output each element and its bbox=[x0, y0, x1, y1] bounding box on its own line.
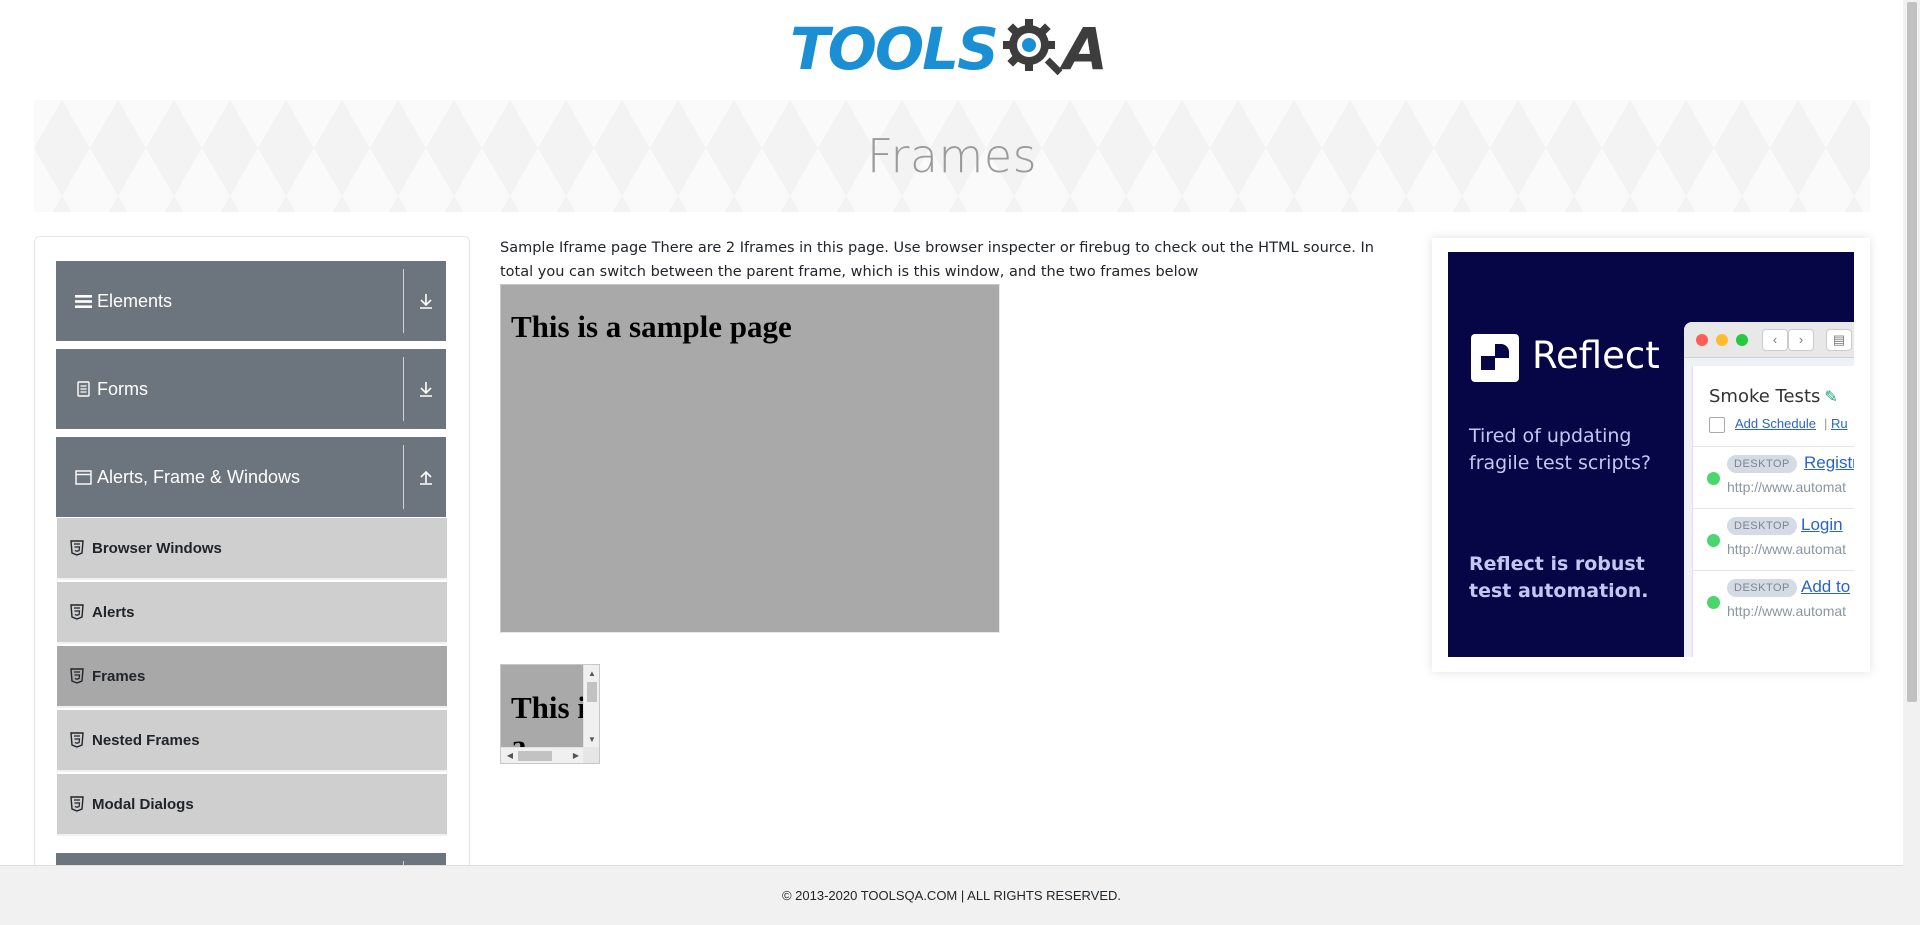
sidebar-toggle-icon: ▤ bbox=[1826, 329, 1852, 351]
scroll-up-icon[interactable]: ▲ bbox=[584, 667, 599, 681]
toolsqa-logo[interactable]: TOOLS A bbox=[790, 15, 1108, 83]
scroll-thumb[interactable] bbox=[518, 751, 552, 761]
sidebar-item-nested-frames[interactable]: Nested Frames bbox=[57, 710, 447, 772]
group-title: Forms bbox=[97, 378, 148, 399]
document-icon bbox=[72, 381, 94, 397]
html5-icon bbox=[70, 796, 84, 812]
item-label: Alerts bbox=[92, 603, 135, 621]
sidebar-item-modal-dialogs[interactable]: Modal Dialogs bbox=[57, 774, 447, 836]
download-icon[interactable] bbox=[416, 291, 436, 311]
group-header[interactable]: Alerts, Frame & Windows bbox=[56, 437, 446, 517]
menu-icon bbox=[72, 294, 94, 309]
item-label: Browser Windows bbox=[92, 539, 222, 557]
scroll-right-icon[interactable]: ▶ bbox=[569, 748, 583, 763]
frame-heading: This is a sample page bbox=[511, 309, 792, 344]
reflect-logo-icon bbox=[1471, 334, 1519, 382]
scroll-corner bbox=[583, 747, 599, 763]
ad-container: Reflect Tired of updating fragile test s… bbox=[1432, 238, 1870, 672]
test-row: DESKTOP Login http://www.automat bbox=[1693, 508, 1854, 570]
reflect-ad[interactable]: Reflect Tired of updating fragile test s… bbox=[1448, 252, 1854, 657]
sidebar-item-browser-windows[interactable]: Browser Windows bbox=[57, 518, 447, 580]
ad-tagline: Tired of updating fragile test scripts? bbox=[1469, 425, 1651, 474]
page-title: Frames bbox=[866, 129, 1038, 183]
item-label: Nested Frames bbox=[92, 731, 200, 749]
divider bbox=[403, 269, 404, 333]
iframe-small[interactable]: This is a ▲ ▼ ◀ ▶ bbox=[500, 664, 600, 764]
item-label: Frames bbox=[92, 667, 146, 685]
ad-tagline-bold: Reflect is robust test automation. bbox=[1469, 553, 1649, 602]
test-row: DESKTOP Add to http://www.automat bbox=[1693, 570, 1854, 632]
logo-text: TOOLS bbox=[790, 15, 999, 83]
ad-brand: Reflect bbox=[1532, 334, 1660, 377]
horizontal-scrollbar[interactable]: ◀ ▶ bbox=[501, 747, 585, 763]
sidebar-group-alerts-frame-windows[interactable]: Alerts, Frame & Windows bbox=[56, 437, 446, 517]
sidebar-group-forms[interactable]: Forms bbox=[56, 349, 446, 429]
sidebar-group-elements[interactable]: Elements bbox=[56, 261, 446, 341]
minimize-dot-icon bbox=[1716, 334, 1728, 346]
platform-badge: DESKTOP bbox=[1727, 517, 1797, 535]
test-url: http://www.automat bbox=[1727, 603, 1847, 619]
test-name: Login bbox=[1801, 515, 1843, 534]
window-body: Smoke Tests ✎ Add Schedule | Ru DESKTOP Re… bbox=[1692, 366, 1854, 657]
logo-suffix: A bbox=[1062, 15, 1108, 83]
page-banner: Frames bbox=[34, 100, 1870, 212]
html5-icon bbox=[70, 668, 84, 684]
page-scroll-thumb[interactable] bbox=[1907, 2, 1917, 702]
scroll-thumb[interactable] bbox=[587, 682, 597, 702]
sidebar: Elements Forms Alerts, Frame & Windows B… bbox=[34, 236, 470, 866]
group-header[interactable]: Elements bbox=[56, 261, 446, 341]
status-dot bbox=[1707, 596, 1720, 609]
iframe-large[interactable]: This is a sample page bbox=[500, 284, 1000, 633]
platform-badge: DESKTOP bbox=[1727, 579, 1797, 597]
divider bbox=[403, 357, 404, 421]
test-url: http://www.automat bbox=[1727, 479, 1847, 495]
platform-badge: DESKTOP bbox=[1727, 455, 1797, 473]
pencil-icon: ✎ bbox=[1824, 387, 1838, 406]
nav-back-icon: ‹ bbox=[1762, 329, 1788, 351]
footer: © 2013-2020 TOOLSQA.COM | ALL RIGHTS RES… bbox=[0, 865, 1903, 925]
scroll-left-icon[interactable]: ◀ bbox=[503, 748, 517, 763]
html5-icon bbox=[70, 540, 84, 556]
group-title: Elements bbox=[97, 290, 173, 311]
ad-app-window: ‹ › ▤ Smoke Tests ✎ Add Schedule | Ru DESK… bbox=[1684, 322, 1854, 657]
nav-forward-icon: › bbox=[1788, 329, 1814, 351]
calendar-icon bbox=[1709, 416, 1725, 433]
sidebar-item-alerts[interactable]: Alerts bbox=[57, 582, 447, 644]
window-titlebar: ‹ › ▤ bbox=[1684, 322, 1854, 358]
vertical-scrollbar[interactable]: ▲ ▼ bbox=[583, 665, 599, 749]
test-url: http://www.automat bbox=[1727, 541, 1847, 557]
status-dot bbox=[1707, 472, 1720, 485]
html5-icon bbox=[70, 732, 84, 748]
schedule-row: Add Schedule | Ru bbox=[1709, 416, 1854, 433]
download-icon[interactable] bbox=[416, 379, 436, 399]
test-row: DESKTOP Registr http://www.automat bbox=[1693, 446, 1854, 508]
close-dot-icon bbox=[1696, 334, 1708, 346]
group-header[interactable]: Forms bbox=[56, 349, 446, 429]
sidebar-item-frames[interactable]: Frames bbox=[57, 646, 447, 708]
html5-icon bbox=[70, 604, 84, 620]
status-dot bbox=[1707, 534, 1720, 547]
window-icon bbox=[72, 469, 94, 485]
site-header: TOOLS A bbox=[0, 0, 1900, 100]
copyright-text: © 2013-2020 TOOLSQA.COM | ALL RIGHTS RES… bbox=[781, 888, 1122, 903]
page-scrollbar[interactable] bbox=[1903, 0, 1920, 925]
maximize-dot-icon bbox=[1736, 334, 1748, 346]
scroll-down-icon[interactable]: ▼ bbox=[584, 733, 599, 747]
test-name: Registr bbox=[1804, 453, 1854, 472]
divider bbox=[403, 445, 404, 509]
frames-description: Sample Iframe page There are 2 Iframes i… bbox=[500, 240, 1374, 280]
item-label: Modal Dialogs bbox=[92, 795, 194, 813]
suite-title: Smoke Tests ✎ bbox=[1709, 386, 1838, 407]
upload-icon[interactable] bbox=[416, 467, 436, 487]
gear-magnifier-icon bbox=[1002, 19, 1063, 76]
test-name: Add to bbox=[1801, 577, 1851, 596]
group-title: Alerts, Frame & Windows bbox=[97, 466, 301, 487]
